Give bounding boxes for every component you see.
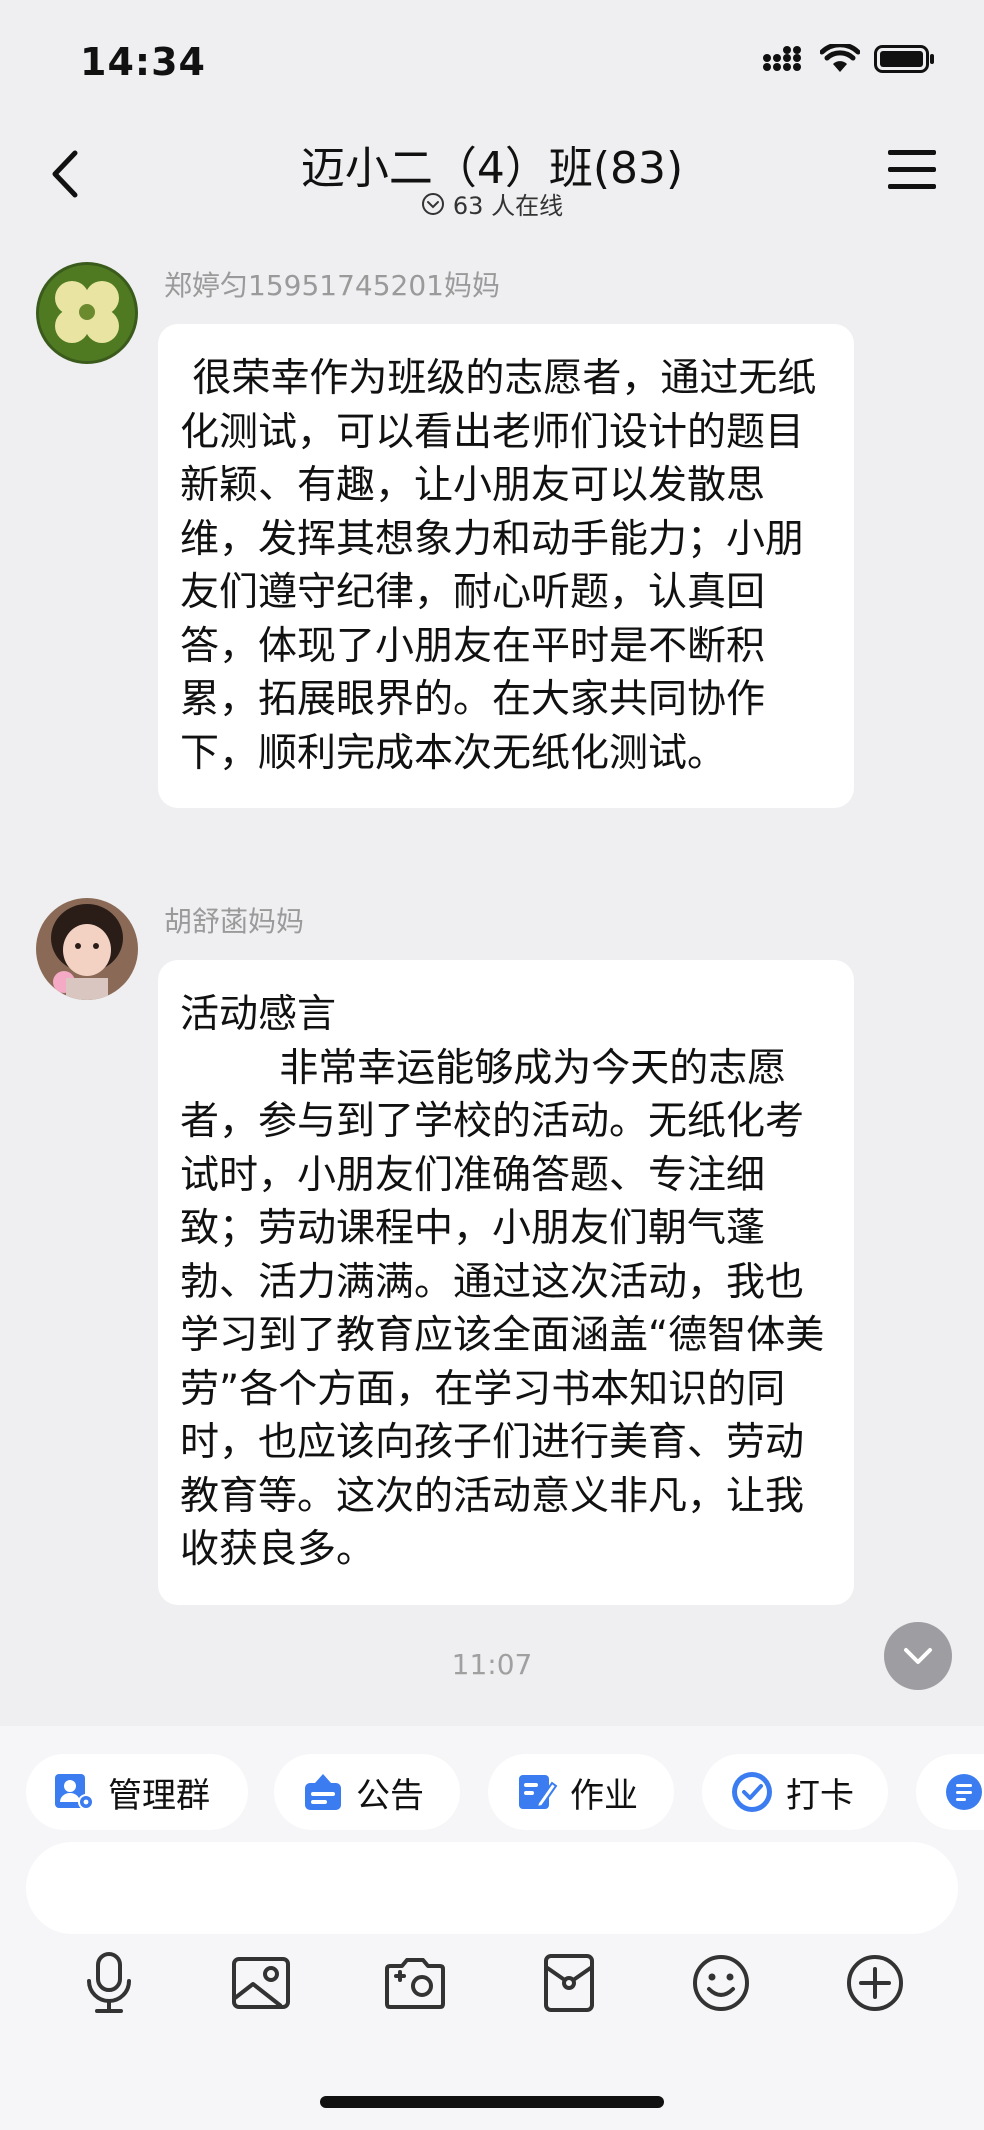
chat-screen: 14:34 迈小二（4）班(83) 63 人在线 郑婷匀15951745201妈… <box>0 0 984 2130</box>
cellular-signal-icon <box>762 46 806 76</box>
avatar[interactable] <box>36 898 138 1000</box>
more-button[interactable] <box>840 1948 910 2018</box>
manage-group-button[interactable]: 管理群 <box>26 1754 248 1830</box>
announcement-icon <box>305 1774 341 1810</box>
hamburger-icon <box>888 150 948 189</box>
red-envelope-icon <box>544 1954 594 2012</box>
quick-action-bar: 管理群 公告 作业 打卡 <box>0 1754 984 1830</box>
camera-icon <box>385 1958 445 2009</box>
teacher-icon <box>946 1774 982 1810</box>
bottom-panel: 管理群 公告 作业 打卡 <box>0 1726 984 2130</box>
battery-icon <box>874 44 936 78</box>
camera-button[interactable] <box>380 1948 450 2018</box>
sender-name: 郑婷匀15951745201妈妈 <box>164 269 500 302</box>
image-button[interactable] <box>226 1948 296 2018</box>
quick-action-label: 打卡 <box>786 1775 854 1816</box>
manage-group-icon <box>55 1774 94 1810</box>
online-count: 63 人在线 <box>452 192 564 220</box>
chevron-down-circle-icon <box>421 192 444 215</box>
sender-name: 胡舒菡妈妈 <box>164 905 305 938</box>
message-timestamp: 11:07 <box>451 1648 533 1681</box>
wifi-icon <box>819 42 861 78</box>
status-bar: 14:34 <box>0 0 984 120</box>
image-icon <box>232 1957 290 2009</box>
quick-action-label: 作业 <box>570 1775 638 1816</box>
status-icons <box>762 42 936 78</box>
online-status[interactable]: 63 人在线 <box>0 186 984 221</box>
message-bubble[interactable]: 活动感言 非常幸运能够成为今天的志愿者，参与到了学校的活动。无纸化考试时，小朋友… <box>158 960 854 1605</box>
emoji-button[interactable] <box>686 1948 756 2018</box>
message-input[interactable] <box>26 1842 958 1934</box>
homework-icon <box>519 1775 558 1809</box>
microphone-icon <box>87 1952 131 2013</box>
voice-button[interactable] <box>74 1948 144 2018</box>
status-time: 14:34 <box>80 40 206 84</box>
announcement-button[interactable]: 公告 <box>274 1754 460 1830</box>
menu-button[interactable] <box>888 150 948 200</box>
plus-icon <box>847 1955 903 2011</box>
scroll-to-bottom-button[interactable] <box>884 1622 952 1690</box>
home-indicator <box>320 2096 664 2108</box>
red-envelope-button[interactable] <box>534 1948 604 2018</box>
homework-button[interactable]: 作业 <box>488 1754 674 1830</box>
quick-action-label: 管理群 <box>108 1775 210 1816</box>
quick-action-label: 公告 <box>356 1775 424 1816</box>
teacher-button[interactable] <box>916 1754 984 1830</box>
message-bubble[interactable]: 很荣幸作为班级的志愿者，通过无纸化测试，可以看出老师们设计的题目新颖、有趣，让小… <box>158 324 854 808</box>
emoji-icon <box>693 1955 749 2011</box>
avatar[interactable] <box>36 262 138 364</box>
clover-avatar-icon <box>36 262 138 364</box>
chat-header: 迈小二（4）班(83) 63 人在线 <box>0 120 984 230</box>
chevron-down-icon <box>904 1648 932 1664</box>
child-photo-avatar-icon <box>36 898 138 1000</box>
input-toolbar <box>0 1948 984 2032</box>
check-in-button[interactable]: 打卡 <box>702 1754 888 1830</box>
check-in-icon <box>732 1772 772 1812</box>
